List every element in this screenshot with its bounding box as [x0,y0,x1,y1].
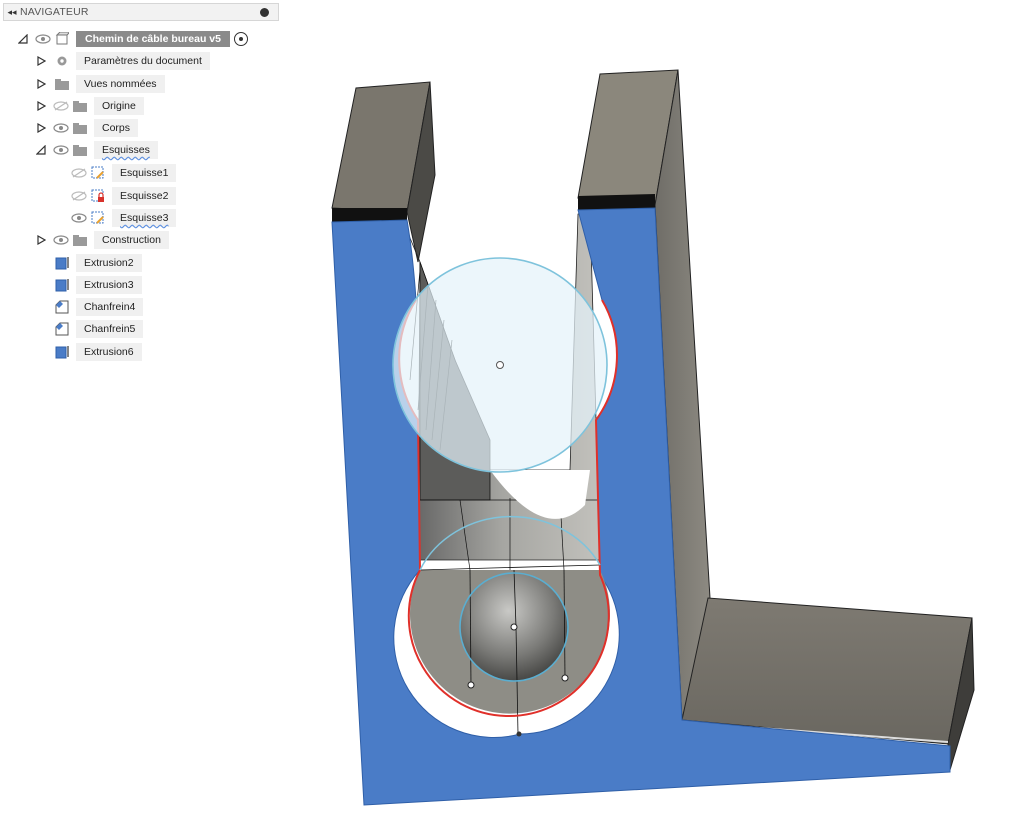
visibility-eye-icon[interactable] [52,233,70,247]
hidden-eye-icon[interactable] [70,166,88,180]
tree-root[interactable]: Chemin de câble bureau v5 [16,29,248,49]
visibility-eye-icon[interactable] [52,143,70,157]
chamfer-icon [54,322,70,336]
collapsed-triangle-icon[interactable] [34,233,48,247]
tree-item-sketch1[interactable]: Esquisse1 [66,163,177,183]
visibility-eye-icon[interactable] [70,211,88,225]
collapse-panel-icon[interactable]: ◂◂ [4,7,20,18]
activate-radio-icon[interactable] [233,32,248,46]
chamfer-icon [54,300,70,314]
expanded-triangle-icon[interactable] [16,32,30,46]
hidden-eye-icon[interactable] [70,189,88,203]
folder-icon [54,77,70,91]
tree-item-label: Paramètres du document [76,52,210,70]
visibility-eye-icon[interactable] [34,32,52,46]
tree-item-label: Esquisse3 [112,209,177,227]
collapsed-triangle-icon[interactable] [34,54,48,68]
tree-item-label: Extrusion3 [76,276,142,294]
tree-item-label: Corps [94,119,139,137]
hidden-eye-icon[interactable] [52,99,70,113]
collapsed-triangle-icon[interactable] [34,121,48,135]
tree-item-named-views[interactable]: Vues nommées [34,74,165,94]
tree-item-document-settings[interactable]: Paramètres du document [34,51,210,71]
folder-icon [72,121,88,135]
component-icon [54,32,70,46]
tree-item-label: Extrusion6 [76,343,142,361]
folder-icon [72,233,88,247]
folder-icon [72,143,88,157]
sketch-locked-icon [90,189,106,203]
extrude-icon [54,345,70,359]
tree-item-label: Esquisse1 [112,164,177,182]
tree-item-bodies[interactable]: Corps [34,118,139,138]
sketch-icon [90,166,106,180]
tree-item-construction[interactable]: Construction [34,230,169,250]
sketch-point-bottom[interactable] [516,731,522,737]
sketch-center-point[interactable] [496,361,504,369]
navigator-header: ◂◂ NAVIGATEUR [3,3,279,21]
tree-item-label: Construction [94,231,169,249]
navigator-title: NAVIGATEUR [20,6,89,18]
tree-item-label: Chanfrein4 [76,298,144,316]
tree-item-sketch3[interactable]: Esquisse3 [66,208,177,228]
collapsed-triangle-icon[interactable] [34,77,48,91]
sketch-point-left[interactable] [467,681,475,689]
tree-item-label: Vues nommées [76,75,165,93]
tree-item-origin[interactable]: Origine [34,96,144,116]
base-top-face [681,597,973,745]
expanded-triangle-icon[interactable] [34,143,48,157]
gear-icon [54,54,70,68]
root-component-label[interactable]: Chemin de câble bureau v5 [76,31,230,47]
tree-item-sketches[interactable]: Esquisses [34,140,158,160]
tree-item-label: Esquisse2 [112,187,177,205]
timeline-item-extrusion2[interactable]: Extrusion2 [52,253,142,273]
timeline-item-extrusion3[interactable]: Extrusion3 [52,275,142,295]
model-viewport[interactable] [0,0,1024,822]
tree-item-label: Extrusion2 [76,254,142,272]
pin-panel-icon[interactable] [260,7,269,17]
extrude-icon [54,278,70,292]
extrude-icon [54,256,70,270]
collapsed-triangle-icon[interactable] [34,99,48,113]
sketch-lower-center[interactable] [510,623,518,631]
visibility-eye-icon[interactable] [52,121,70,135]
timeline-item-chamfer4[interactable]: Chanfrein4 [52,297,144,317]
tree-item-label: Esquisses [94,141,158,159]
timeline-item-extrusion6[interactable]: Extrusion6 [52,342,142,362]
right-top-edge [578,194,655,210]
folder-icon [72,99,88,113]
sketch-point-right[interactable] [561,674,569,682]
sketch-icon [90,211,106,225]
timeline-item-chamfer5[interactable]: Chanfrein5 [52,319,144,339]
tree-item-label: Origine [94,97,144,115]
tree-item-sketch2[interactable]: Esquisse2 [66,186,177,206]
tree-item-label: Chanfrein5 [76,320,144,338]
